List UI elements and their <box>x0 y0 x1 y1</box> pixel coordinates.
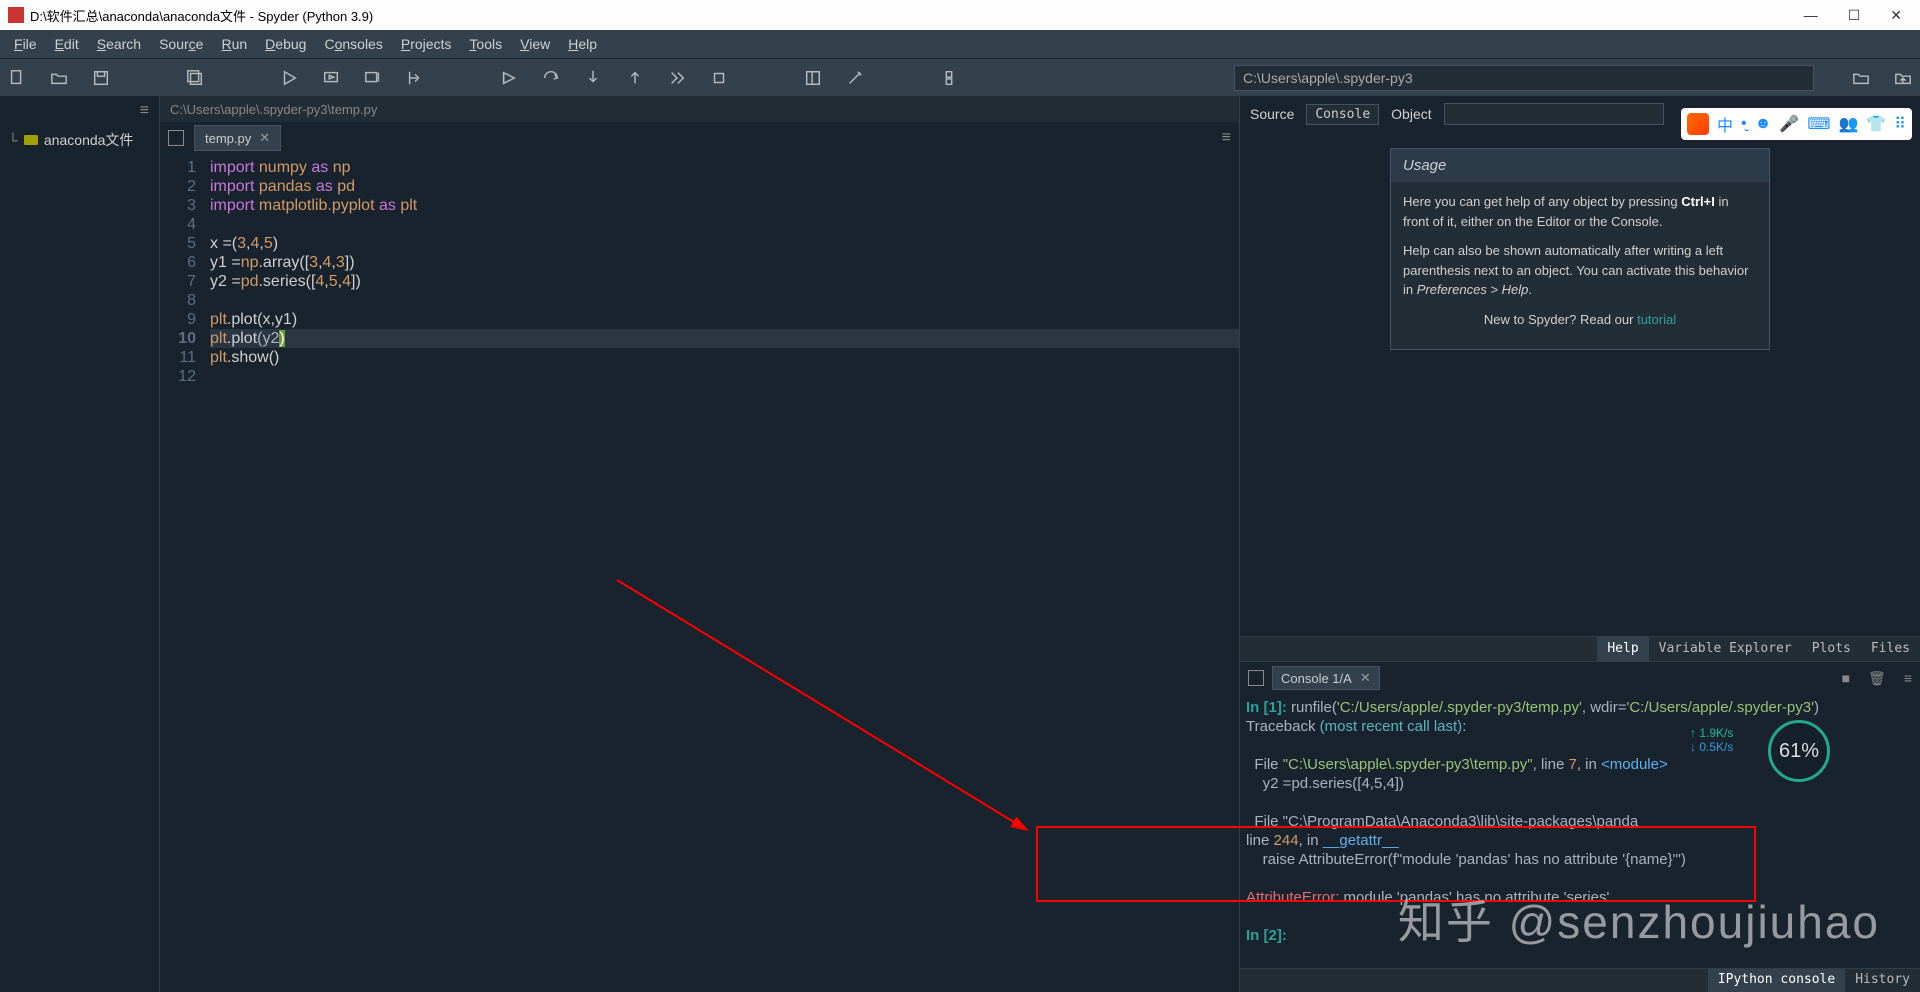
menubar: File Edit Search Source Run Debug Consol… <box>0 30 1920 58</box>
right-column: Source Console Object Usage Here you can… <box>1240 96 1920 992</box>
help-pane-tabs: Help Variable Explorer Plots Files <box>1240 636 1920 662</box>
console-clear-icon[interactable]: 🗑 <box>1868 670 1886 687</box>
help-object-label: Object <box>1391 106 1431 122</box>
console-pane: Console 1/A ✕ ■ 🗑 ≡ In [1]: runfile('C:/… <box>1240 662 1920 992</box>
run-icon[interactable] <box>280 69 298 87</box>
open-folder-icon[interactable] <box>50 69 68 87</box>
window-split-icon[interactable] <box>168 130 184 146</box>
project-folder-label: anaconda文件 <box>44 130 134 150</box>
usage-p2: Help can also be shown automatically aft… <box>1403 241 1757 300</box>
sidebar-menu-icon[interactable]: ≡ <box>0 96 159 126</box>
python-path-icon[interactable] <box>940 69 958 87</box>
editor-options-icon[interactable]: ≡ <box>1222 129 1231 147</box>
save-icon[interactable] <box>92 69 110 87</box>
console-options-icon[interactable]: ≡ <box>1904 670 1912 687</box>
console-output[interactable]: In [1]: runfile('C:/Users/apple/.spyder-… <box>1240 694 1920 968</box>
usage-p3: New to Spyder? Read our tutorial <box>1403 310 1757 330</box>
project-tree-item[interactable]: └ anaconda文件 <box>0 126 159 154</box>
menu-run[interactable]: Run <box>213 32 255 56</box>
menu-search[interactable]: Search <box>89 32 149 56</box>
ime-toolbar[interactable]: 中 •̮ ☻ 🎤 ⌨ 👥 👕 ⠿ <box>1681 108 1912 140</box>
new-file-icon[interactable] <box>8 69 26 87</box>
menu-help[interactable]: Help <box>560 32 605 56</box>
ime-icon[interactable]: ⌨ <box>1807 114 1830 134</box>
maximize-pane-icon[interactable] <box>804 69 822 87</box>
help-usage-box: Usage Here you can get help of any objec… <box>1390 148 1770 350</box>
tab-label: temp.py <box>205 131 251 146</box>
menu-edit[interactable]: Edit <box>47 32 87 56</box>
titlebar: D:\软件汇总\anaconda\anaconda文件 - Spyder (Py… <box>0 0 1920 30</box>
step-out-icon[interactable] <box>626 69 644 87</box>
code-body[interactable]: import numpy as npimport pandas as pdimp… <box>210 158 1239 992</box>
code-editor[interactable]: 123456789101112 import numpy as npimport… <box>160 154 1239 992</box>
help-source-select[interactable]: Console <box>1306 104 1379 125</box>
menu-source[interactable]: Source <box>151 32 211 56</box>
run-cell-advance-icon[interactable] <box>364 69 382 87</box>
tab-close-icon[interactable]: ✕ <box>259 130 270 146</box>
usage-p1: Here you can get help of any object by p… <box>1403 192 1757 231</box>
editor-tab-strip: temp.py ✕ ≡ <box>160 122 1239 154</box>
main-area: ≡ └ anaconda文件 C:\Users\apple\.spyder-py… <box>0 96 1920 992</box>
help-tab-plots[interactable]: Plots <box>1802 637 1861 661</box>
continue-icon[interactable] <box>668 69 686 87</box>
ime-icon[interactable]: •̮ <box>1741 115 1747 133</box>
tab-history[interactable]: History <box>1845 969 1920 992</box>
window-controls: — ☐ ✕ <box>1804 7 1912 24</box>
ime-icon[interactable]: ☻ <box>1755 115 1772 133</box>
working-dir-text: C:\Users\apple\.spyder-py3 <box>1243 70 1413 86</box>
help-tab-varexp[interactable]: Variable Explorer <box>1649 637 1802 661</box>
help-source-label: Source <box>1250 106 1294 122</box>
project-sidebar: ≡ └ anaconda文件 <box>0 96 160 992</box>
close-button[interactable]: ✕ <box>1890 7 1902 24</box>
working-dir-input[interactable]: C:\Users\apple\.spyder-py3 <box>1234 65 1814 91</box>
line-gutter: 123456789101112 <box>160 158 210 992</box>
console-stop-icon[interactable]: ■ <box>1842 670 1850 687</box>
editor-file-path: C:\Users\apple\.spyder-py3\temp.py <box>160 96 1239 122</box>
step-into-icon[interactable] <box>584 69 602 87</box>
debug-step-icon[interactable] <box>542 69 560 87</box>
help-tab-help[interactable]: Help <box>1597 637 1648 661</box>
ime-icon[interactable]: 🎤 <box>1779 114 1799 134</box>
tab-ipython[interactable]: IPython console <box>1708 969 1845 992</box>
help-object-input[interactable] <box>1444 103 1664 125</box>
debug-icon[interactable] <box>500 69 518 87</box>
app-icon <box>8 7 24 23</box>
console-tab-label: Console 1/A <box>1281 671 1352 686</box>
window-title: D:\软件汇总\anaconda\anaconda文件 - Spyder (Py… <box>30 6 373 25</box>
menu-projects[interactable]: Projects <box>393 32 460 56</box>
console-tab-close-icon[interactable]: ✕ <box>1360 670 1371 686</box>
console-tab[interactable]: Console 1/A ✕ <box>1272 666 1380 690</box>
stop-icon[interactable] <box>710 69 728 87</box>
help-body: Usage Here you can get help of any objec… <box>1240 132 1920 636</box>
ime-icon[interactable]: ⠿ <box>1894 114 1906 134</box>
run-selection-icon[interactable] <box>406 69 424 87</box>
tutorial-link[interactable]: tutorial <box>1637 312 1676 327</box>
folder-icon <box>24 135 38 145</box>
menu-consoles[interactable]: Consoles <box>316 32 390 56</box>
menu-file[interactable]: File <box>6 32 45 56</box>
menu-debug[interactable]: Debug <box>257 32 314 56</box>
menu-view[interactable]: View <box>512 32 558 56</box>
console-bottom-tabs: IPython console History <box>1240 968 1920 992</box>
console-tab-strip: Console 1/A ✕ ■ 🗑 ≡ <box>1240 662 1920 694</box>
ime-icon[interactable]: 👥 <box>1838 114 1858 134</box>
run-cell-icon[interactable] <box>322 69 340 87</box>
ime-logo-icon <box>1687 113 1709 135</box>
ime-icon[interactable]: 👕 <box>1866 114 1886 134</box>
menu-tools[interactable]: Tools <box>461 32 510 56</box>
editor-pane: C:\Users\apple\.spyder-py3\temp.py temp.… <box>160 96 1240 992</box>
save-all-icon[interactable] <box>186 69 204 87</box>
parent-folder-icon[interactable] <box>1894 69 1912 87</box>
minimize-button[interactable]: — <box>1804 7 1818 24</box>
help-tab-files[interactable]: Files <box>1861 637 1920 661</box>
usage-title: Usage <box>1391 149 1769 182</box>
editor-tab-temp[interactable]: temp.py ✕ <box>194 125 281 151</box>
maximize-button[interactable]: ☐ <box>1848 7 1861 24</box>
console-split-icon[interactable] <box>1248 670 1264 686</box>
browse-folder-icon[interactable] <box>1852 69 1870 87</box>
ime-icon[interactable]: 中 <box>1717 112 1733 136</box>
toolbar: C:\Users\apple\.spyder-py3 <box>0 58 1920 96</box>
preferences-icon[interactable] <box>846 69 864 87</box>
